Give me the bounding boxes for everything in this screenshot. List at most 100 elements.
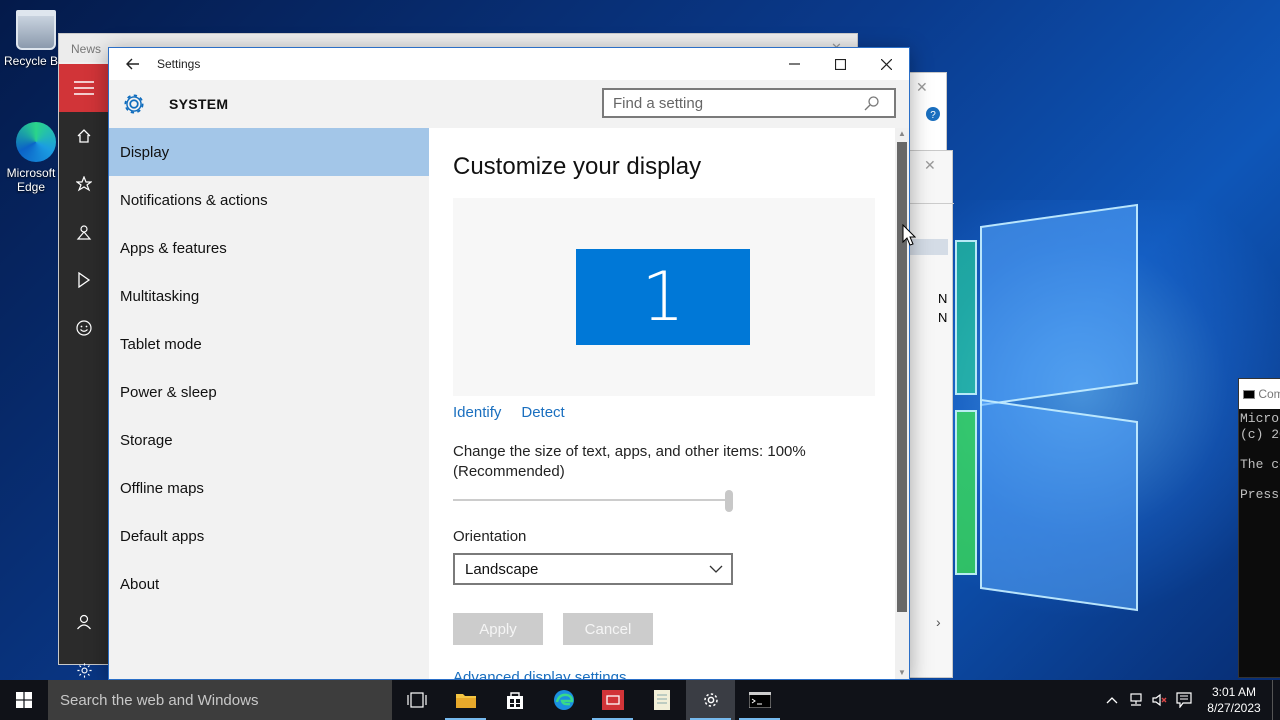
help-icon[interactable]: ? xyxy=(926,107,940,121)
identify-link[interactable]: Identify xyxy=(453,404,501,421)
divider xyxy=(906,203,954,204)
taskbar-search-placeholder: Search the web and Windows xyxy=(60,691,259,709)
nav-item-default-apps[interactable]: Default apps xyxy=(109,512,429,560)
nav-item-storage[interactable]: Storage xyxy=(109,416,429,464)
news-local-button[interactable] xyxy=(59,208,109,256)
start-button[interactable] xyxy=(0,680,48,720)
search-box[interactable] xyxy=(602,88,896,118)
maximize-icon xyxy=(834,58,846,70)
nav-item-offline-maps[interactable]: Offline maps xyxy=(109,464,429,512)
action-center-button[interactable] xyxy=(1172,680,1196,720)
nav-item-notifications[interactable]: Notifications & actions xyxy=(109,176,429,224)
back-button[interactable] xyxy=(109,48,157,80)
taskbar-store[interactable] xyxy=(490,680,539,720)
volume-button[interactable] xyxy=(1148,680,1172,720)
wallpaper-pane xyxy=(955,240,977,395)
close-button[interactable] xyxy=(863,48,909,80)
settings-window[interactable]: Settings SYSTEM Display Notifications & … xyxy=(108,47,910,680)
desktop-icon-label: Microsoft Edge xyxy=(6,166,56,194)
notepad-icon xyxy=(653,690,670,710)
taskbar-edge[interactable] xyxy=(539,680,588,720)
background-window-close[interactable]: ✕ xyxy=(916,79,928,96)
news-feedback-button[interactable] xyxy=(59,304,109,352)
search-icon[interactable] xyxy=(864,95,880,111)
hamburger-menu-button[interactable] xyxy=(59,64,109,112)
news-title: News xyxy=(71,42,102,56)
taskbar-task-view[interactable] xyxy=(392,680,441,720)
scroll-right-button[interactable]: › xyxy=(936,614,941,630)
window-title: Settings xyxy=(157,57,201,71)
news-account-button[interactable] xyxy=(59,598,109,646)
scroll-down-arrow[interactable]: ▼ xyxy=(895,667,909,679)
detect-link[interactable]: Detect xyxy=(521,404,564,421)
show-hidden-icons-button[interactable] xyxy=(1100,680,1124,720)
nav-item-tablet-mode[interactable]: Tablet mode xyxy=(109,320,429,368)
page-title: Customize your display xyxy=(453,153,702,180)
notification-icon xyxy=(1176,692,1192,708)
taskbar-search[interactable]: Search the web and Windows xyxy=(48,680,392,720)
command-prompt-window[interactable]: Command Prompt Microsoft Windows (c) 201… xyxy=(1238,378,1280,678)
hamburger-icon xyxy=(74,81,94,95)
command-prompt-icon xyxy=(748,692,771,708)
network-icon xyxy=(1130,693,1142,706)
cmd-title: Command Prompt xyxy=(1258,387,1280,401)
nav-item-multitasking[interactable]: Multitasking xyxy=(109,272,429,320)
cmd-output-line: The command xyxy=(1240,457,1280,472)
nav-item-apps-features[interactable]: Apps & features xyxy=(109,224,429,272)
cmd-icon xyxy=(1243,390,1255,400)
news-app-icon xyxy=(601,690,624,710)
news-side-rail xyxy=(59,64,109,678)
minimize-icon xyxy=(788,63,800,65)
orientation-value: Landscape xyxy=(465,560,539,578)
list-item[interactable]: N xyxy=(938,310,947,325)
settings-nav: Display Notifications & actions Apps & f… xyxy=(109,128,429,679)
news-home-button[interactable] xyxy=(59,112,109,160)
account-icon xyxy=(77,614,91,630)
show-desktop-button[interactable] xyxy=(1272,680,1280,720)
cmd-titlebar: Command Prompt xyxy=(1239,379,1280,409)
scrollbar-thumb[interactable] xyxy=(897,142,907,612)
clock[interactable]: 3:01 AM 8/27/2023 xyxy=(1196,684,1272,716)
nav-item-about[interactable]: About xyxy=(109,560,429,608)
nav-item-display[interactable]: Display xyxy=(109,128,429,176)
taskbar: Search the web and Windows 3:01 AM 8/27/… xyxy=(0,680,1280,720)
wallpaper-pane xyxy=(980,203,1138,407)
scale-slider[interactable] xyxy=(453,488,733,512)
settings-titlebar: Settings xyxy=(109,48,909,80)
news-video-button[interactable] xyxy=(59,256,109,304)
task-view-icon xyxy=(406,692,427,708)
system-tray: 3:01 AM 8/27/2023 xyxy=(1100,680,1280,720)
taskbar-news[interactable] xyxy=(588,680,637,720)
windows-logo-icon xyxy=(16,692,32,708)
taskbar-command-prompt[interactable] xyxy=(735,680,784,720)
search-input[interactable] xyxy=(604,94,864,112)
minimize-button[interactable] xyxy=(771,48,817,80)
close-icon xyxy=(880,58,892,70)
nav-item-power-sleep[interactable]: Power & sleep xyxy=(109,368,429,416)
desktop-icon-label: Recycle Bin xyxy=(4,54,58,68)
taskbar-settings[interactable] xyxy=(686,680,735,720)
network-button[interactable] xyxy=(1124,680,1148,720)
wallpaper-pane xyxy=(955,410,977,575)
cancel-button[interactable]: Cancel xyxy=(563,613,653,645)
monitor-tile[interactable]: 1 xyxy=(576,249,750,345)
taskbar-file-explorer[interactable] xyxy=(441,680,490,720)
background-window-2-close[interactable]: ✕ xyxy=(924,157,936,174)
cmd-output-line: Press any key xyxy=(1240,487,1280,502)
orientation-dropdown[interactable]: Landscape xyxy=(453,553,733,585)
slider-track xyxy=(453,499,733,501)
edge-icon xyxy=(16,122,56,162)
clock-time: 3:01 AM xyxy=(1211,685,1257,699)
chevron-up-icon xyxy=(1106,697,1118,704)
maximize-button[interactable] xyxy=(817,48,863,80)
advanced-display-settings-link[interactable]: Advanced display settings xyxy=(453,669,626,679)
news-favorites-button[interactable] xyxy=(59,160,109,208)
list-item[interactable]: N xyxy=(938,291,947,306)
scroll-up-arrow[interactable]: ▲ xyxy=(895,128,909,140)
apply-button[interactable]: Apply xyxy=(453,613,543,645)
slider-thumb[interactable] xyxy=(725,490,733,512)
svg-text:?: ? xyxy=(930,110,936,121)
vertical-scrollbar[interactable]: ▲ ▼ xyxy=(895,128,909,679)
back-arrow-icon xyxy=(126,58,139,70)
taskbar-notepad[interactable] xyxy=(637,680,686,720)
